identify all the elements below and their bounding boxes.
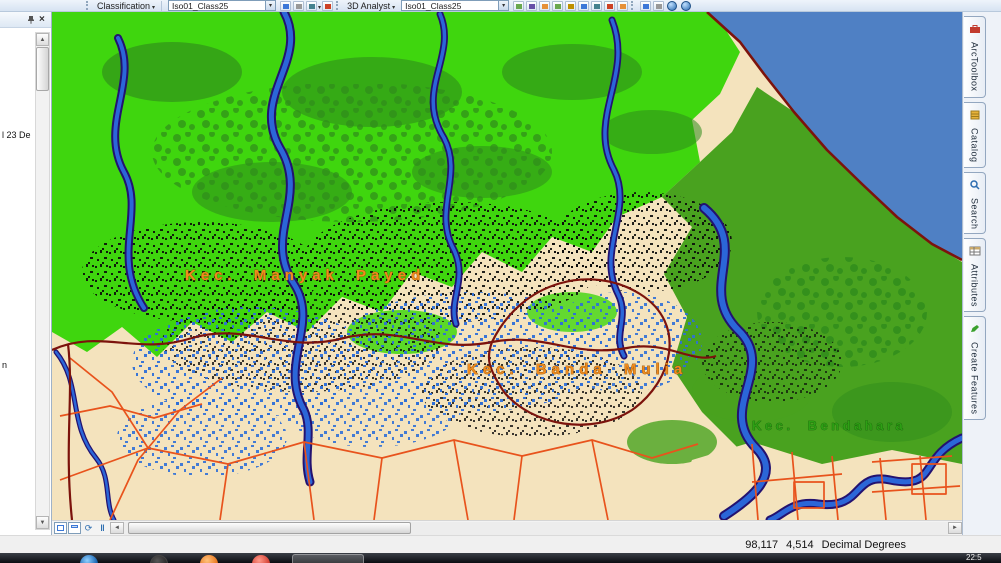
- taskbar-clock: 22:5: [966, 553, 982, 562]
- toolbar-icon[interactable]: [322, 0, 334, 11]
- map-canvas[interactable]: Kec. Manyak Payed Kec. Banda Mulia Kec. …: [52, 12, 962, 520]
- toolbar-icon[interactable]: [513, 0, 525, 11]
- toolbar-grip[interactable]: [86, 1, 90, 10]
- layer-combobox-1[interactable]: Iso01_Class25: [168, 0, 277, 11]
- catalog-icon: [969, 107, 981, 125]
- layer-combobox-2[interactable]: Iso01_Class25: [401, 0, 510, 11]
- toolbar-grip[interactable]: [631, 1, 635, 10]
- attributes-table-icon: [969, 243, 981, 261]
- toolbar-icon[interactable]: [552, 0, 564, 11]
- search-icon: [969, 177, 981, 195]
- toolbar-icon[interactable]: [306, 0, 318, 11]
- coordinate-units: Decimal Degrees: [821, 538, 906, 551]
- map-label-kec-banda-mulia: Kec. Banda Mulia: [467, 361, 687, 378]
- classification-label: Classification: [97, 0, 151, 11]
- start-button[interactable]: [80, 555, 98, 563]
- coordinate-y: 4,514: [786, 538, 814, 551]
- map-scrollbar-row: [52, 520, 962, 535]
- right-dock-strip: ArcToolbox Catalog Search Attributes Cre…: [962, 12, 1001, 535]
- analyst-menu[interactable]: 3D Analyst: [344, 1, 398, 11]
- refresh-view-button[interactable]: [82, 522, 95, 534]
- chevron-down-icon[interactable]: [498, 1, 509, 10]
- chevron-down-icon[interactable]: [265, 1, 276, 10]
- map-label-kec-bendahara: Kec. Bendahara: [752, 418, 906, 433]
- toolbar-icon[interactable]: [604, 0, 616, 11]
- taskbar-app-icon[interactable]: [150, 555, 168, 563]
- pencil-icon: [969, 321, 981, 339]
- map-horizontal-scrollbar[interactable]: [124, 521, 948, 535]
- layout-view-button[interactable]: [68, 522, 81, 534]
- layer-label-fragment: n: [2, 360, 8, 370]
- panel-header: [0, 12, 51, 28]
- layer-label-fragment: l 23 De: [2, 130, 31, 140]
- tab-label: Attributes: [969, 264, 980, 308]
- toc-vertical-scrollbar[interactable]: [35, 32, 50, 530]
- scroll-left-icon[interactable]: [110, 522, 124, 534]
- tab-attributes[interactable]: Attributes: [964, 238, 986, 313]
- toolbar-icon[interactable]: [293, 0, 305, 11]
- tab-label: Catalog: [969, 128, 980, 163]
- chevron-down-icon[interactable]: [318, 1, 321, 11]
- tab-label: Create Features: [969, 342, 980, 415]
- tab-create-features[interactable]: Create Features: [964, 316, 986, 420]
- classification-menu[interactable]: Classification: [94, 1, 158, 11]
- globe-icon[interactable]: [667, 0, 678, 11]
- taskbar-app-icon[interactable]: [252, 555, 270, 563]
- layer-combobox-1-value: Iso01_Class25: [172, 0, 229, 11]
- toolbar-icon[interactable]: [591, 0, 603, 11]
- map-label-kec-manyak-payed: Kec. Manyak Payed: [185, 267, 425, 284]
- layer-combobox-2-value: Iso01_Class25: [405, 0, 462, 11]
- scroll-up-icon[interactable]: [36, 33, 49, 46]
- toolbar-icon[interactable]: [565, 0, 577, 11]
- scrollbar-thumb[interactable]: [128, 521, 411, 534]
- toolbar-icon[interactable]: [280, 0, 292, 11]
- taskbar-app-icon[interactable]: [200, 555, 218, 563]
- tab-arctoolbox[interactable]: ArcToolbox: [964, 16, 986, 98]
- data-view-button[interactable]: [54, 522, 67, 534]
- pin-icon[interactable]: [27, 11, 35, 29]
- coordinate-x: 98,117: [745, 538, 779, 551]
- scroll-down-icon[interactable]: [36, 516, 49, 529]
- toolbar-icon[interactable]: [539, 0, 551, 11]
- toolbar-icon[interactable]: [617, 0, 629, 11]
- help-icon[interactable]: [681, 0, 692, 11]
- tab-label: Search: [969, 197, 980, 230]
- scrollbar-thumb[interactable]: [36, 47, 49, 91]
- windows-taskbar: 22:5: [0, 553, 1001, 563]
- arctoolbox-icon: [969, 21, 981, 39]
- toolbar-icon[interactable]: [653, 0, 665, 11]
- taskbar-active-app[interactable]: [292, 554, 364, 563]
- tab-catalog[interactable]: Catalog: [964, 102, 986, 168]
- toolbar-icon[interactable]: [578, 0, 590, 11]
- chevron-down-icon: [392, 1, 395, 11]
- pause-drawing-button[interactable]: [96, 522, 109, 534]
- tab-search[interactable]: Search: [964, 171, 986, 235]
- scroll-right-icon[interactable]: [948, 522, 962, 534]
- status-bar: 98,117 4,514 Decimal Degrees: [0, 535, 1001, 553]
- chevron-down-icon: [152, 1, 155, 11]
- table-of-contents-panel: l 23 De n: [0, 12, 52, 535]
- toolbar-icon[interactable]: [640, 0, 652, 11]
- map-view: Kec. Manyak Payed Kec. Banda Mulia Kec. …: [52, 12, 962, 520]
- close-icon[interactable]: [39, 15, 48, 25]
- tab-label: ArcToolbox: [969, 42, 980, 92]
- analyst-label: 3D Analyst: [347, 0, 391, 11]
- toolbar-separator: [161, 0, 163, 11]
- toolbar-grip[interactable]: [336, 1, 340, 10]
- top-toolbar: Classification Iso01_Class25 3D Analyst …: [0, 0, 1001, 12]
- toolbar-icon[interactable]: [526, 0, 538, 11]
